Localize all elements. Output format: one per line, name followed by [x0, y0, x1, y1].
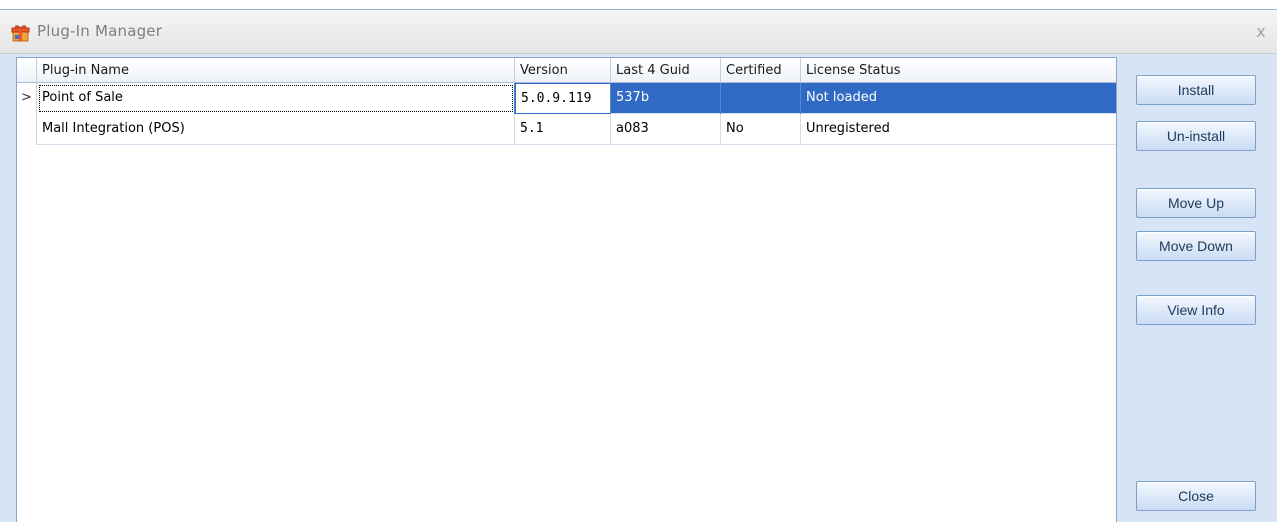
cell-license-status[interactable]: Not loaded	[801, 83, 1116, 114]
cell-version[interactable]: 5.0.9.119	[515, 83, 611, 114]
cell-license-status[interactable]: Unregistered	[801, 114, 1116, 145]
row-indicator-chevron-icon: >	[17, 83, 37, 114]
header-indicator-cell	[17, 58, 37, 83]
cell-version[interactable]: 5.1	[515, 114, 611, 145]
background-window-strip	[0, 0, 1277, 9]
move-down-button[interactable]: Move Down	[1136, 231, 1256, 261]
table-row[interactable]: > Point of Sale 5.0.9.119 537b Not loade…	[17, 83, 1116, 114]
column-header-version[interactable]: Version	[515, 58, 611, 83]
plugin-grid: Plug-in Name Version Last 4 Guid Certifi…	[16, 57, 1117, 522]
uninstall-button[interactable]: Un-install	[1136, 121, 1256, 151]
title-bar: Plug-In Manager x	[0, 10, 1277, 54]
window-title: Plug-In Manager	[37, 22, 163, 40]
cell-plugin-name[interactable]: Mall Integration (POS)	[37, 114, 515, 145]
column-header-plugin-name[interactable]: Plug-in Name	[37, 58, 515, 83]
cell-last-4-guid[interactable]: 537b	[611, 83, 721, 114]
plugin-gift-icon	[11, 25, 30, 42]
move-up-button[interactable]: Move Up	[1136, 188, 1256, 218]
close-icon[interactable]: x	[1252, 22, 1270, 42]
cell-certified[interactable]	[721, 83, 801, 114]
plugin-manager-dialog: Plug-In Manager x Plug-in Name Version L…	[0, 9, 1277, 522]
column-header-last-4-guid[interactable]: Last 4 Guid	[611, 58, 721, 83]
grid-header: Plug-in Name Version Last 4 Guid Certifi…	[17, 58, 1116, 83]
row-indicator	[17, 114, 37, 145]
cell-certified[interactable]: No	[721, 114, 801, 145]
column-header-certified[interactable]: Certified	[721, 58, 801, 83]
column-header-license-status[interactable]: License Status	[801, 58, 1116, 83]
install-button[interactable]: Install	[1136, 75, 1256, 105]
view-info-button[interactable]: View Info	[1136, 295, 1256, 325]
table-row[interactable]: Mall Integration (POS) 5.1 a083 No Unreg…	[17, 114, 1116, 145]
cell-plugin-name[interactable]: Point of Sale	[37, 83, 515, 114]
close-button[interactable]: Close	[1136, 481, 1256, 511]
cell-last-4-guid[interactable]: a083	[611, 114, 721, 145]
